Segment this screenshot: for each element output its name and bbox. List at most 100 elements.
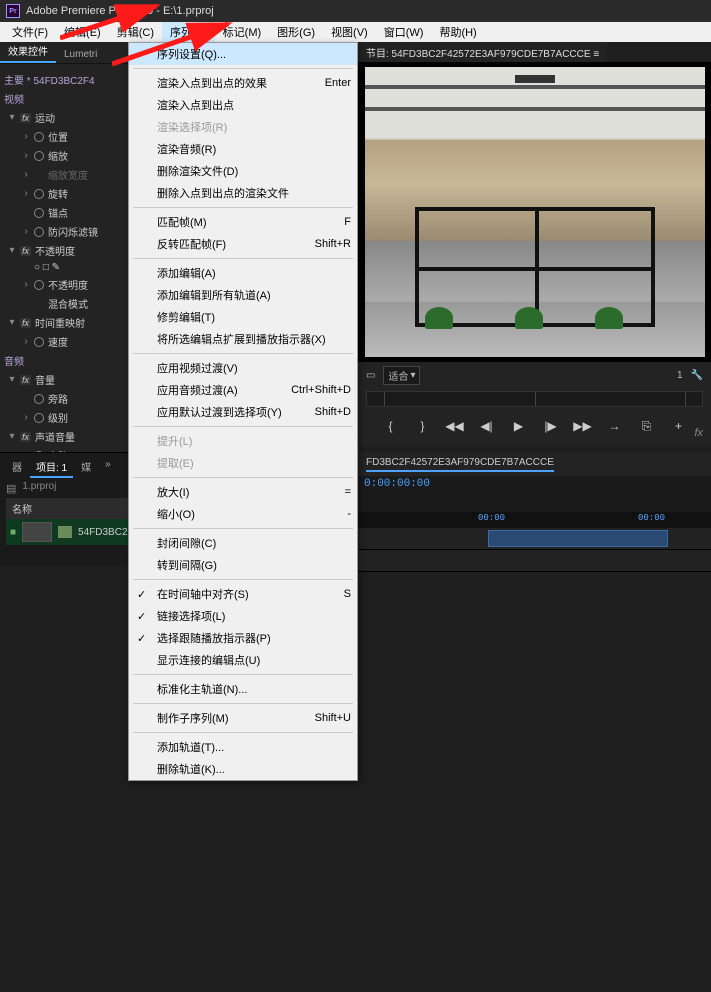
menu-item-30[interactable]: ✓在时间轴中对齐(S)S <box>129 583 357 605</box>
proj-tab-a[interactable]: 器 <box>6 457 28 478</box>
scale-row[interactable]: ›缩放 <box>4 146 124 165</box>
speed-row[interactable]: ›速度 <box>4 332 124 351</box>
mark-in-button[interactable]: { <box>382 417 400 435</box>
quality-select[interactable]: 1 <box>677 370 683 381</box>
level-row[interactable]: ›级别 <box>4 408 124 427</box>
menu-item-24[interactable]: 放大(I)= <box>129 481 357 503</box>
step-back-button[interactable]: ◀| <box>478 417 496 435</box>
menu-5[interactable]: 图形(G) <box>269 22 323 42</box>
opacity-masks[interactable]: ○ □ ✎ <box>4 260 124 275</box>
menu-item-13[interactable]: 添加编辑到所有轨道(A) <box>129 284 357 306</box>
menu-shortcut: Shift+D <box>315 406 351 418</box>
menu-item-label: 封闭间隙(C) <box>157 535 216 551</box>
zoom-select[interactable]: 适合▾ <box>383 366 420 385</box>
menu-item-37[interactable]: 制作子序列(M)Shift+U <box>129 707 357 729</box>
menu-bar: 文件(F)编辑(E)剪辑(C)序列(S)标记(M)图形(G)视图(V)窗口(W)… <box>0 22 711 42</box>
position-row[interactable]: ›位置 <box>4 127 124 146</box>
menu-item-5[interactable]: 渲染音频(R) <box>129 138 357 160</box>
menu-item-19[interactable]: 应用默认过渡到选择项(Y)Shift+D <box>129 401 357 423</box>
video-track[interactable] <box>358 528 711 550</box>
menu-item-6[interactable]: 删除渲染文件(D) <box>129 160 357 182</box>
program-monitor <box>358 62 711 362</box>
timeline-ruler[interactable]: 00:00 00:00 <box>358 512 711 528</box>
anchor-row[interactable]: 锚点 <box>4 203 124 222</box>
menu-item-40[interactable]: 删除轨道(K)... <box>129 758 357 780</box>
menu-item-label: 应用视频过渡(V) <box>157 360 238 376</box>
menu-item-31[interactable]: ✓链接选择项(L) <box>129 605 357 627</box>
menu-7[interactable]: 窗口(W) <box>376 22 432 42</box>
mark-out-button[interactable]: } <box>414 417 432 435</box>
menu-separator <box>133 258 353 259</box>
menu-separator <box>133 674 353 675</box>
menu-3[interactable]: 序列(S) <box>162 22 215 42</box>
tab-effect-controls[interactable]: 效果控件 <box>0 40 56 63</box>
timeline-sequence-tab[interactable]: FD3BC2F42572E3AF979CDE7B7ACCCE <box>366 457 554 472</box>
goto-out-button[interactable]: → <box>606 417 624 435</box>
menu-item-12[interactable]: 添加编辑(A) <box>129 262 357 284</box>
timeline-tracks[interactable] <box>358 528 711 572</box>
menu-item-17[interactable]: 应用视频过渡(V) <box>129 357 357 379</box>
menu-item-15[interactable]: 将所选编辑点扩展到播放指示器(X) <box>129 328 357 350</box>
export-frame-button[interactable]: ⎘ <box>638 417 656 435</box>
menu-item-label: 渲染选择项(R) <box>157 119 227 135</box>
menu-item-9[interactable]: 匹配帧(M)F <box>129 211 357 233</box>
menu-6[interactable]: 视图(V) <box>323 22 376 42</box>
program-ruler[interactable] <box>366 391 703 407</box>
menu-separator <box>133 353 353 354</box>
menu-item-2[interactable]: 渲染入点到出点的效果Enter <box>129 72 357 94</box>
audio-track[interactable] <box>358 550 711 572</box>
step-fwd-button[interactable]: |▶ <box>542 417 560 435</box>
menu-separator <box>133 426 353 427</box>
menu-item-33[interactable]: 显示连接的编辑点(U) <box>129 649 357 671</box>
play-button[interactable]: ▶ <box>510 417 528 435</box>
menu-item-label: 应用音频过渡(A) <box>157 382 238 398</box>
program-controls: ▭ 适合▾ 1 🔧 { } ◀◀ ◀| ▶ |▶ ▶▶ → ⎘ + fx <box>358 362 711 447</box>
menu-item-14[interactable]: 修剪编辑(T) <box>129 306 357 328</box>
menu-item-label: 删除入点到出点的渲染文件 <box>157 185 289 201</box>
menu-1[interactable]: 编辑(E) <box>56 22 109 42</box>
menu-item-0[interactable]: 序列设置(Q)... <box>129 43 357 65</box>
blend-row[interactable]: 混合模式 <box>4 294 124 313</box>
menu-item-label: 反转匹配帧(F) <box>157 236 226 252</box>
menu-item-7[interactable]: 删除入点到出点的渲染文件 <box>129 182 357 204</box>
prev-button[interactable]: ◀◀ <box>446 417 464 435</box>
opacity-row[interactable]: ›不透明度 <box>4 275 124 294</box>
motion-section[interactable]: ▾fx运动 <box>4 108 124 127</box>
proj-tab-project[interactable]: 项目: 1 <box>30 457 73 478</box>
menu-item-35[interactable]: 标准化主轨道(N)... <box>129 678 357 700</box>
menu-item-18[interactable]: 应用音频过渡(A)Ctrl+Shift+D <box>129 379 357 401</box>
button-editor[interactable]: + <box>670 417 688 435</box>
menu-4[interactable]: 标记(M) <box>215 22 270 42</box>
channel-volume-section[interactable]: ▾fx声道音量 <box>4 427 124 446</box>
proj-tab-media[interactable]: 媒 <box>75 457 97 478</box>
menu-shortcut: Enter <box>325 77 351 89</box>
menu-item-25[interactable]: 缩小(O)- <box>129 503 357 525</box>
rotation-row[interactable]: ›旋转 <box>4 184 124 203</box>
menu-item-3[interactable]: 渲染入点到出点 <box>129 94 357 116</box>
menu-item-39[interactable]: 添加轨道(T)... <box>129 736 357 758</box>
menu-2[interactable]: 剪辑(C) <box>109 22 162 42</box>
menu-item-32[interactable]: ✓选择跟随播放指示器(P) <box>129 627 357 649</box>
settings-icon[interactable]: 🔧 <box>691 370 703 381</box>
menu-separator <box>133 207 353 208</box>
next-button[interactable]: ▶▶ <box>574 417 592 435</box>
program-monitor-tab[interactable]: 节目: 54FD3BC2F42572E3AF979CDE7B7ACCCE ≡ <box>358 42 607 62</box>
menu-8[interactable]: 帮助(H) <box>431 22 484 42</box>
timeremap-section[interactable]: ▾fx时间重映射 <box>4 313 124 332</box>
clip-icon[interactable]: ▭ <box>366 370 375 381</box>
menu-separator <box>133 579 353 580</box>
tab-lumetri[interactable]: Lumetri <box>56 46 105 63</box>
menu-item-27[interactable]: 封闭间隙(C) <box>129 532 357 554</box>
bypass-row[interactable]: 旁路 <box>4 389 124 408</box>
list-view-icon[interactable]: ▤ <box>6 482 16 495</box>
menu-0[interactable]: 文件(F) <box>4 22 56 42</box>
antiflicker-row[interactable]: ›防闪烁滤镜 <box>4 222 124 241</box>
video-clip[interactable] <box>488 530 668 547</box>
volume-section[interactable]: ▾fx音量 <box>4 370 124 389</box>
proj-tab-more[interactable]: » <box>99 457 117 478</box>
timeline-timecode[interactable]: 0:00:00:00 <box>364 478 430 490</box>
menu-shortcut: S <box>344 588 351 600</box>
menu-item-28[interactable]: 转到间隔(G) <box>129 554 357 576</box>
opacity-section[interactable]: ▾fx不透明度 <box>4 241 124 260</box>
menu-item-10[interactable]: 反转匹配帧(F)Shift+R <box>129 233 357 255</box>
